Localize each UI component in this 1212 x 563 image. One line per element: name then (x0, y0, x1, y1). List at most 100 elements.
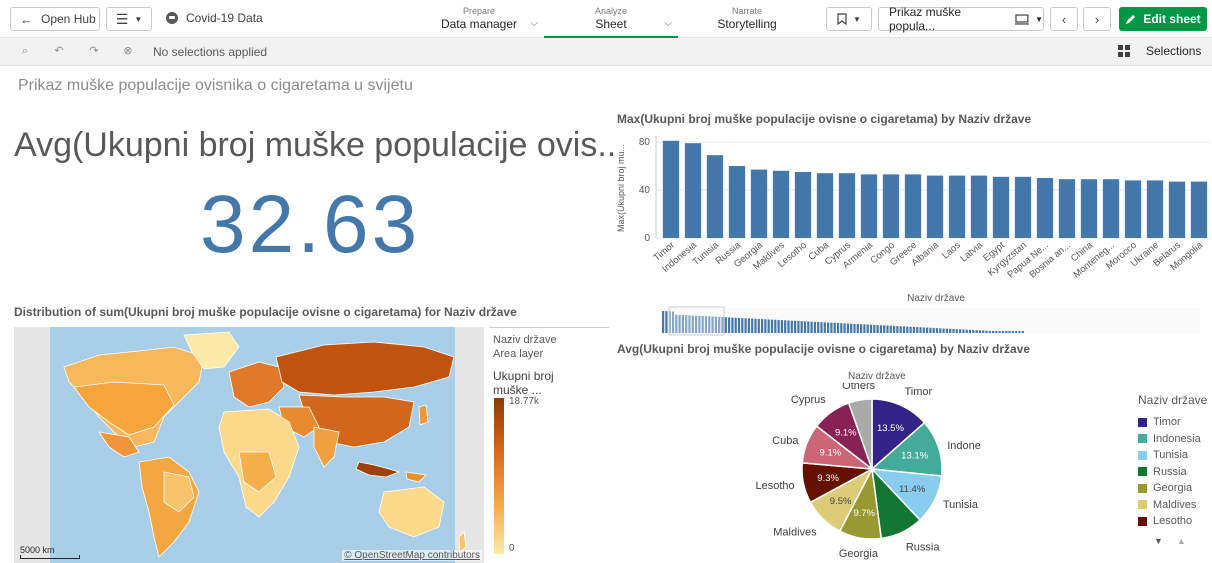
caret-down-icon: ▼ (853, 14, 861, 24)
open-hub-button[interactable]: ← Open Hub (10, 7, 100, 31)
bookmark-icon (837, 13, 847, 25)
map-attribution[interactable]: © OpenStreetMap contributors (342, 550, 482, 561)
minichart-bar (902, 326, 906, 333)
app-title-text: Covid-19 Data (186, 11, 263, 25)
pie-legend-item[interactable]: Indonesia (1138, 431, 1207, 448)
tab-analyze-caption: Analyze (594, 6, 628, 16)
bar[interactable] (1014, 176, 1032, 238)
minichart-bar (926, 327, 929, 333)
pie-chart[interactable]: 13.5% Timor 13.1% Indonesia 11.4% Tunisia Russ… (740, 383, 980, 562)
bar[interactable] (1036, 178, 1054, 238)
bar[interactable] (882, 174, 900, 238)
legend-label: Maldives (1153, 498, 1197, 511)
chevron-down-icon: ⌵ (530, 18, 538, 29)
arrow-left-icon: ← (20, 11, 33, 27)
pie-slice-label: Indonesia (947, 440, 980, 452)
bar[interactable] (838, 173, 856, 238)
legend-scroll: ▼ ▲ (1138, 536, 1207, 546)
smart-search-icon[interactable]: ⌕ (18, 44, 32, 58)
japan[interactable] (418, 404, 429, 426)
tab-narrate-label: Storytelling (717, 17, 777, 31)
world-map[interactable] (14, 327, 484, 563)
previous-sheet-button[interactable]: ‹ (1050, 7, 1078, 31)
bar[interactable] (1146, 180, 1164, 238)
selections-status: No selections applied (153, 45, 268, 59)
bar[interactable] (772, 170, 790, 238)
minichart-bar (757, 318, 760, 333)
app-title: Covid-19 Data (166, 11, 263, 25)
minichart-bar (896, 326, 899, 333)
bar[interactable] (992, 176, 1010, 238)
minichart-bar (889, 325, 892, 333)
minichart-bar (879, 325, 882, 333)
minichart-bar (810, 321, 813, 333)
map-container[interactable]: 5000 km © OpenStreetMap contributors (14, 327, 484, 563)
pie-slice-label: Cuba (772, 435, 799, 447)
global-menu-button[interactable]: ☰ ▼ (106, 7, 152, 31)
bar[interactable] (1190, 181, 1208, 238)
chevron-down-icon: ⌵ (664, 18, 672, 29)
minichart-bar (747, 318, 750, 333)
bar[interactable] (816, 173, 834, 238)
next-sheet-button[interactable]: › (1083, 7, 1111, 31)
selections-bar: ⌕ ↶ ↷ ⊗ No selections applied Selections (0, 38, 1212, 66)
edit-sheet-button[interactable]: Edit sheet (1119, 7, 1207, 31)
pie-dimension-label: Naziv države (848, 371, 906, 382)
bar[interactable] (1080, 179, 1098, 238)
tab-prepare[interactable]: Prepare Data manager ⌵ (414, 0, 544, 38)
new-zealand[interactable] (458, 531, 467, 553)
minichart-bar (794, 320, 797, 333)
pie-legend-item[interactable]: Lesotho (1138, 513, 1207, 530)
minichart-bar (919, 327, 922, 333)
bar[interactable] (970, 175, 988, 238)
chevron-right-icon: › (1094, 11, 1100, 27)
pie-legend-item[interactable]: Timor (1138, 414, 1207, 431)
pie-slice-value: 9.7% (853, 508, 875, 519)
minichart-bar (978, 330, 981, 333)
bar[interactable] (1102, 179, 1120, 238)
tab-analyze-label: Sheet (595, 17, 627, 31)
minichart-bar (1018, 331, 1021, 333)
bar[interactable] (1124, 180, 1142, 238)
map-legend-dimension: Naziv države (493, 334, 557, 346)
bar[interactable] (926, 175, 944, 238)
bar-chart[interactable]: Max(Ukupni broj mu...04080TimorIndonesia… (612, 128, 1212, 338)
minichart-bar (1011, 331, 1014, 333)
bar-y-tick-label: 80 (639, 137, 651, 148)
map-scale-label: 5000 km (20, 545, 55, 555)
tab-analyze[interactable]: Analyze Sheet ⌵ (544, 0, 678, 38)
pie-legend-item[interactable]: Russia (1138, 464, 1207, 481)
selections-tool[interactable]: Selections (1118, 44, 1201, 58)
bar[interactable] (860, 174, 878, 238)
map-legend-layer: Area layer (493, 348, 544, 360)
bar[interactable] (684, 143, 702, 238)
sheet-selector[interactable]: Prikaz muške popula... ▼ (878, 5, 1044, 33)
bar[interactable] (728, 166, 746, 238)
minichart-bar (1005, 331, 1008, 333)
step-forward-icon[interactable]: ↷ (87, 44, 101, 58)
bookmark-button[interactable]: ▼ (826, 7, 872, 31)
step-back-icon[interactable]: ↶ (52, 44, 66, 58)
minichart-viewport-handle[interactable] (668, 306, 725, 336)
bar[interactable] (662, 140, 680, 238)
bar[interactable] (1058, 179, 1076, 238)
bar[interactable] (794, 172, 812, 238)
pie-legend-item[interactable]: Maldives (1138, 497, 1207, 514)
bar[interactable] (1168, 181, 1186, 238)
minichart-bar (883, 325, 886, 333)
legend-label: Georgia (1153, 482, 1193, 495)
minichart-bar (899, 326, 902, 333)
bar[interactable] (750, 169, 768, 238)
minichart-bar (866, 324, 869, 333)
minichart-bar (764, 319, 767, 333)
clear-selections-icon[interactable]: ⊗ (121, 44, 135, 58)
legend-scroll-down-icon[interactable]: ▼ (1154, 536, 1163, 546)
legend-scroll-up-icon[interactable]: ▲ (1177, 536, 1186, 546)
pie-legend-item[interactable]: Tunisia (1138, 447, 1207, 464)
bar[interactable] (706, 155, 724, 238)
map-legend-max: 18.77k (509, 396, 540, 407)
pie-legend-item[interactable]: Georgia (1138, 480, 1207, 497)
bar[interactable] (904, 174, 922, 238)
bar[interactable] (948, 175, 966, 238)
tab-narrate[interactable]: Narrate Storytelling (678, 0, 816, 38)
